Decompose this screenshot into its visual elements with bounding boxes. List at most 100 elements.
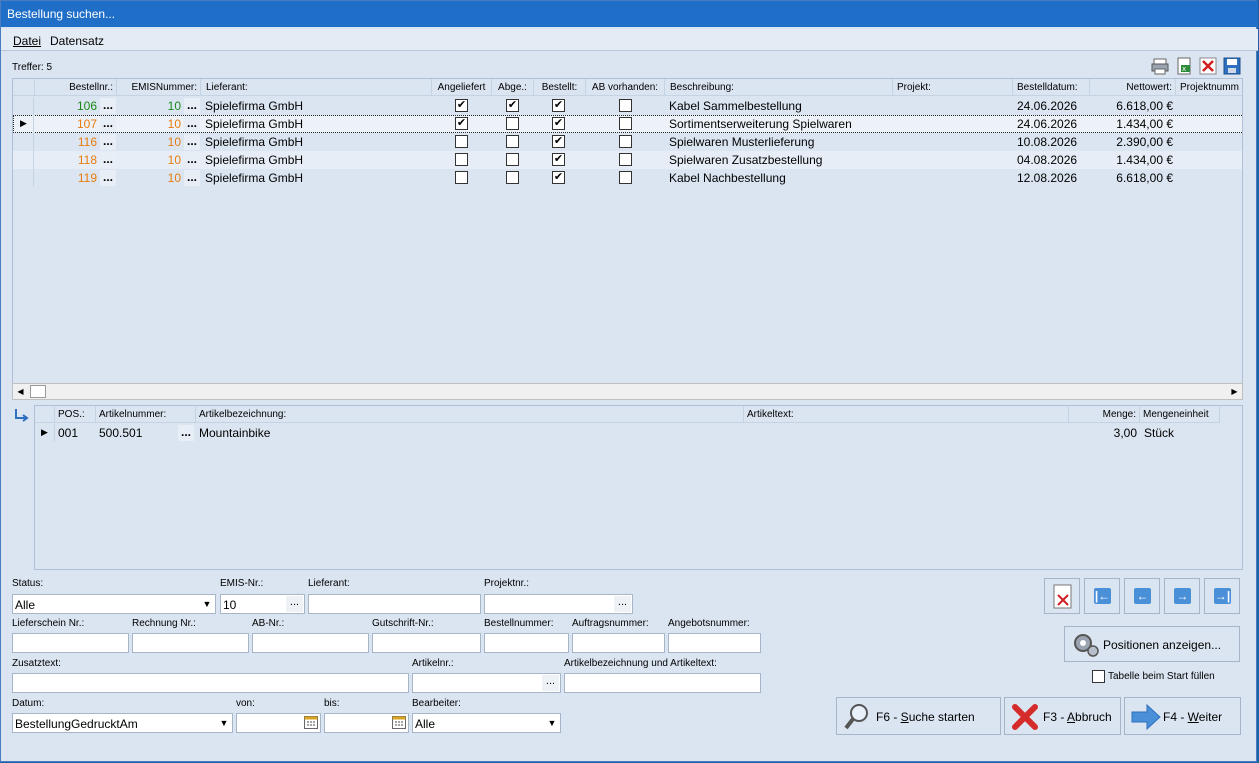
header-bestellt[interactable]: Bestellt: <box>534 79 586 96</box>
positions-grid[interactable]: POS.: Artikelnummer: Artikelbezeichnung:… <box>34 405 1243 570</box>
artbez-field[interactable] <box>564 673 761 693</box>
bestellt-checkbox[interactable]: ✔ <box>552 117 565 130</box>
search-button[interactable]: F6 - Suche starten <box>836 697 1001 735</box>
emis-ellipsis-button[interactable]: ... <box>184 116 200 132</box>
projektnr-field[interactable]: ... <box>484 594 633 614</box>
pos-header-pos[interactable]: POS.: <box>55 406 96 423</box>
emis-ellipsis-button[interactable]: ... <box>286 596 303 612</box>
scroll-thumb[interactable] <box>30 385 46 398</box>
header-projekt[interactable]: Projekt: <box>893 79 1013 96</box>
zusatz-field[interactable] <box>12 673 409 693</box>
pos-header-mengeneinheit[interactable]: Mengeneinheit <box>1140 406 1220 423</box>
bestellnr-ellipsis-button[interactable]: ... <box>100 98 116 114</box>
header-abge[interactable]: Abge.: <box>492 79 534 96</box>
artikelnr-ellipsis-button[interactable]: ... <box>542 675 559 691</box>
chevron-down-icon[interactable]: ▼ <box>217 715 231 731</box>
header-bestelldatum[interactable]: Bestelldatum: <box>1013 79 1090 96</box>
orders-grid[interactable]: Bestellnr.: EMISNummer: Lieferant: Angel… <box>12 78 1243 384</box>
table-row[interactable]: 116... 10... Spielefirma GmbH ✔ Spielwaren M… <box>13 133 1242 151</box>
bestellt-checkbox[interactable]: ✔ <box>552 153 565 166</box>
first-record-button[interactable]: |← <box>1084 578 1120 614</box>
emis-field[interactable]: 10... <box>220 594 305 614</box>
projektnr-ellipsis-button[interactable]: ... <box>614 596 631 612</box>
table-row[interactable]: 119... 10... Spielefirma GmbH ✔ Kabel Nachbe… <box>13 169 1242 187</box>
header-lieferant[interactable]: Lieferant: <box>201 79 432 96</box>
lieferschein-field[interactable] <box>12 633 129 653</box>
calendar-icon[interactable] <box>304 716 318 729</box>
delete-icon[interactable] <box>1199 57 1217 75</box>
last-record-button[interactable]: →| <box>1204 578 1240 614</box>
cancel-button[interactable]: F3 - Abbruch <box>1004 697 1121 735</box>
bestellnr-ellipsis-button[interactable]: ... <box>100 170 116 186</box>
rechnung-field[interactable] <box>132 633 249 653</box>
clear-filter-button[interactable] <box>1044 578 1080 614</box>
emis-ellipsis-button[interactable]: ... <box>184 152 200 168</box>
artikelnr-field[interactable]: ... <box>412 673 561 693</box>
next-record-button[interactable]: → <box>1164 578 1200 614</box>
ab-checkbox[interactable] <box>619 135 632 148</box>
tabelle-fuellen-checkbox[interactable] <box>1092 670 1105 683</box>
bestellnummer-field[interactable] <box>484 633 569 653</box>
gutschrift-field[interactable] <box>372 633 481 653</box>
chevron-down-icon[interactable]: ▼ <box>200 596 214 612</box>
ab-checkbox[interactable] <box>619 117 632 130</box>
bestellt-checkbox[interactable]: ✔ <box>552 135 565 148</box>
scroll-right-arrow[interactable]: ▶ <box>1227 384 1242 399</box>
emis-ellipsis-button[interactable]: ... <box>184 134 200 150</box>
header-nettowert[interactable]: Nettowert: <box>1090 79 1176 96</box>
bestellnr-ellipsis-button[interactable]: ... <box>100 116 116 132</box>
ab-checkbox[interactable] <box>619 99 632 112</box>
status-select[interactable]: Alle ▼ <box>12 594 216 614</box>
header-angeliefert[interactable]: Angeliefert <box>432 79 492 96</box>
bestellnr-ellipsis-button[interactable]: ... <box>100 152 116 168</box>
abge-checkbox[interactable]: ✔ <box>506 99 519 112</box>
angeliefert-checkbox[interactable] <box>455 153 468 166</box>
bestellt-checkbox[interactable]: ✔ <box>552 171 565 184</box>
angeliefert-checkbox[interactable]: ✔ <box>455 99 468 112</box>
menu-datei[interactable]: Datei <box>13 34 41 48</box>
angeliefert-checkbox[interactable]: ✔ <box>455 117 468 130</box>
von-date-field[interactable] <box>236 713 321 733</box>
table-row[interactable]: ▶ 107... 10... Spielefirma GmbH ✔ ✔ Sortiments… <box>13 115 1242 133</box>
emis-ellipsis-button[interactable]: ... <box>184 170 200 186</box>
bestellt-checkbox[interactable]: ✔ <box>552 99 565 112</box>
angebot-field[interactable] <box>668 633 761 653</box>
position-row[interactable]: ▶ 001 500.501 ... Mountainbike 3,00 Stüc… <box>35 424 1242 442</box>
ab-field[interactable] <box>252 633 369 653</box>
auftrag-field[interactable] <box>572 633 665 653</box>
datum-select[interactable]: BestellungGedrucktAm ▼ <box>12 713 233 733</box>
bearbeiter-select[interactable]: Alle ▼ <box>412 713 561 733</box>
abge-checkbox[interactable] <box>506 171 519 184</box>
pos-header-artikelbezeichnung[interactable]: Artikelbezeichnung: <box>196 406 744 423</box>
pos-header-menge[interactable]: Menge: <box>1069 406 1140 423</box>
abge-checkbox[interactable] <box>506 117 519 130</box>
grid-horizontal-scrollbar[interactable]: ◀ ▶ <box>12 383 1243 400</box>
table-row[interactable]: 106... 10... Spielefirma GmbH ✔ ✔ ✔ Kabel Samm… <box>13 97 1242 115</box>
continue-button[interactable]: F4 - Weiter <box>1124 697 1241 735</box>
previous-record-button[interactable]: ← <box>1124 578 1160 614</box>
header-beschreibung[interactable]: Beschreibung: <box>665 79 893 96</box>
calendar-icon[interactable] <box>392 716 406 729</box>
angeliefert-checkbox[interactable] <box>455 135 468 148</box>
print-icon[interactable] <box>1151 57 1169 75</box>
ab-checkbox[interactable] <box>619 171 632 184</box>
artnr-ellipsis-button[interactable]: ... <box>178 425 194 441</box>
abge-checkbox[interactable] <box>506 153 519 166</box>
lieferant-field[interactable] <box>308 594 481 614</box>
positionen-anzeigen-button[interactable]: Positionen anzeigen... <box>1064 626 1240 662</box>
bestellnr-ellipsis-button[interactable]: ... <box>100 134 116 150</box>
export-excel-icon[interactable]: x <box>1175 57 1193 75</box>
table-row[interactable]: 118... 10... Spielefirma GmbH ✔ Spielwaren Z… <box>13 151 1242 169</box>
bis-date-field[interactable] <box>324 713 409 733</box>
chevron-down-icon[interactable]: ▼ <box>545 715 559 731</box>
header-projektnummer[interactable]: Projektnumm <box>1176 79 1242 96</box>
header-ab-vorhanden[interactable]: AB vorhanden: <box>586 79 665 96</box>
scroll-left-arrow[interactable]: ◀ <box>13 384 28 399</box>
pos-header-artikeltext[interactable]: Artikeltext: <box>744 406 1069 423</box>
emis-ellipsis-button[interactable]: ... <box>184 98 200 114</box>
header-emis[interactable]: EMISNummer: <box>117 79 201 96</box>
ab-checkbox[interactable] <box>619 153 632 166</box>
angeliefert-checkbox[interactable] <box>455 171 468 184</box>
abge-checkbox[interactable] <box>506 135 519 148</box>
menu-datensatz[interactable]: Datensatz <box>50 34 104 48</box>
